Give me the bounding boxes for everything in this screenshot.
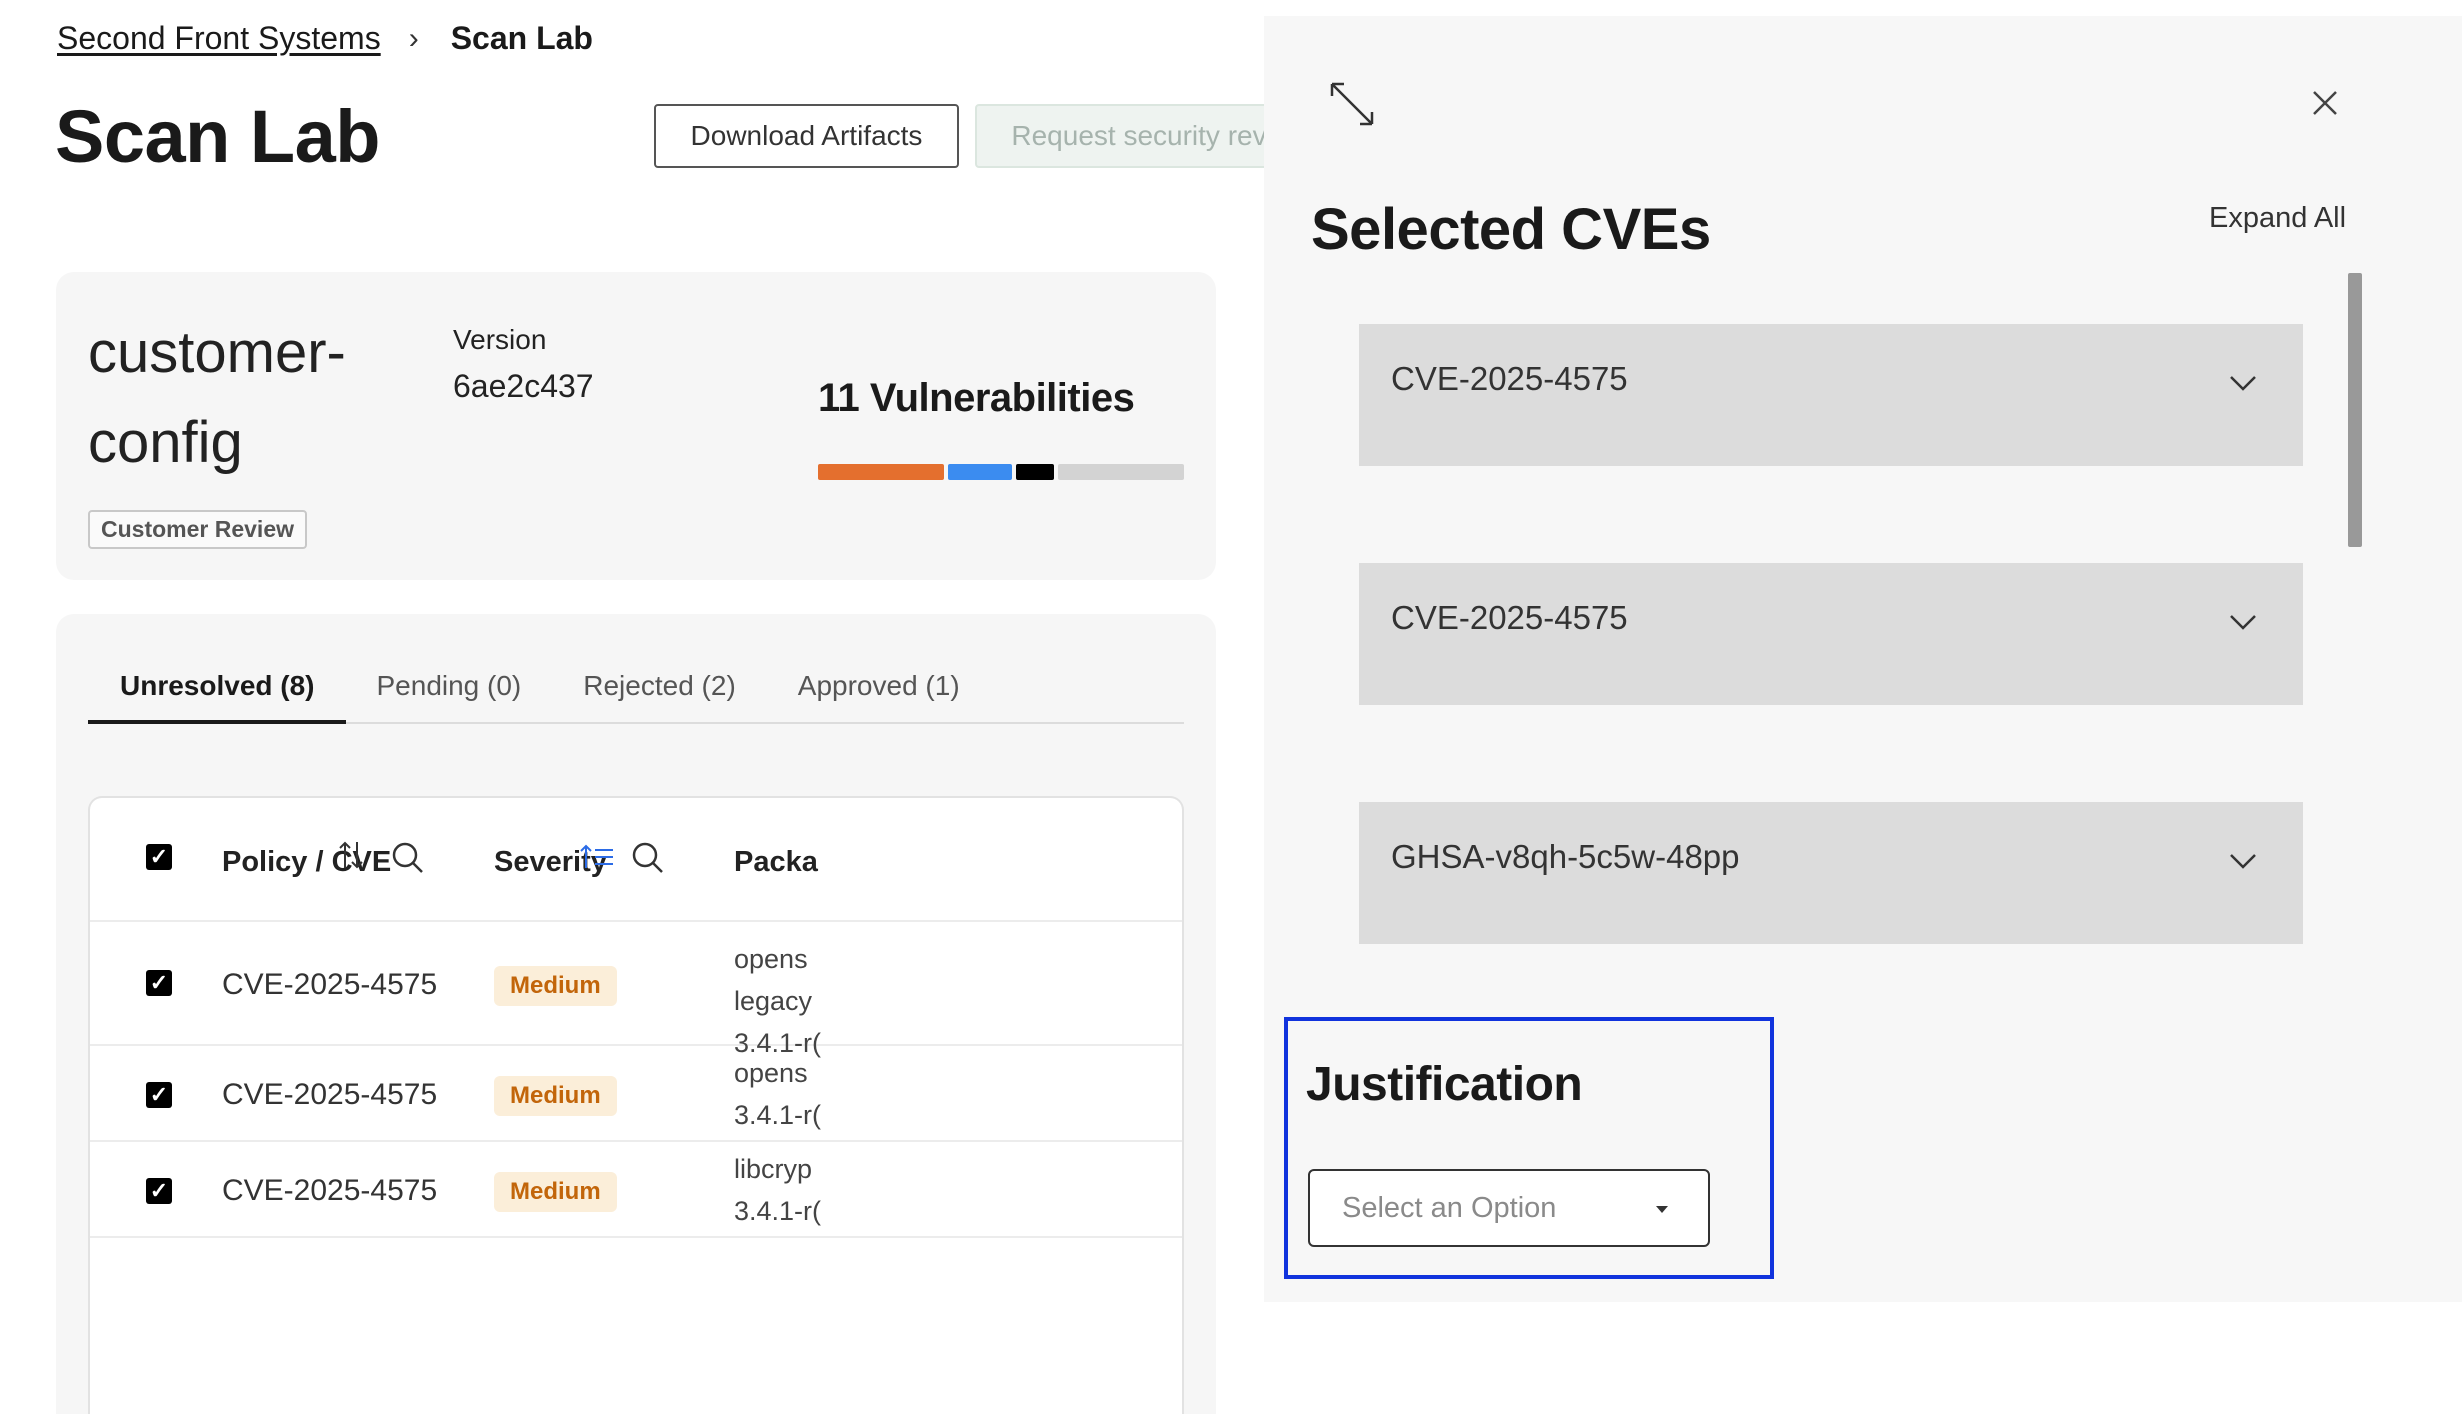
cve-id: CVE-2025-4575 xyxy=(222,1174,438,1207)
justification-section: Justification Select an Option xyxy=(1284,1017,1774,1279)
table-row[interactable]: ✓ CVE-2025-4575 Medium libcryp 3.4.1-r( xyxy=(90,1142,1182,1238)
cve-accordion-item[interactable]: GHSA-v8qh-5c5w-48pp xyxy=(1359,802,2303,944)
expand-all-button[interactable]: Expand All xyxy=(2209,202,2346,235)
justification-placeholder: Select an Option xyxy=(1342,1192,1557,1224)
cve-accordion-title: CVE-2025-4575 xyxy=(1391,599,1628,636)
severity-bar-high xyxy=(818,464,944,480)
sort-ascending-icon[interactable] xyxy=(580,842,616,872)
severity-bar-other xyxy=(1058,464,1184,480)
justification-select[interactable]: Select an Option xyxy=(1308,1169,1710,1247)
cve-id: CVE-2025-4575 xyxy=(222,1078,438,1111)
vulnerability-severity-bar xyxy=(818,464,1184,480)
cve-id: CVE-2025-4575 xyxy=(222,968,438,1001)
expand-panel-icon[interactable] xyxy=(1328,80,1376,128)
search-icon[interactable] xyxy=(390,840,426,876)
panel-scrollbar[interactable] xyxy=(2348,273,2362,547)
tab-approved[interactable]: Approved (1) xyxy=(767,664,991,724)
download-artifacts-button[interactable]: Download Artifacts xyxy=(654,104,959,168)
version-label: Version xyxy=(453,324,547,355)
severity-badge: Medium xyxy=(494,1076,617,1116)
row-checkbox[interactable]: ✓ xyxy=(146,970,172,996)
cve-accordion-item[interactable]: CVE-2025-4575 xyxy=(1359,324,2303,466)
severity-bar-critical xyxy=(1016,464,1054,480)
package-cell: libcryp 3.4.1-r( xyxy=(734,1154,822,1226)
findings-tabs: Unresolved (8) Pending (0) Rejected (2) … xyxy=(88,664,1184,724)
chevron-down-icon xyxy=(2230,615,2256,630)
breadcrumb: Second Front Systems › Scan Lab xyxy=(57,20,593,57)
page-title: Scan Lab xyxy=(55,95,381,178)
breadcrumb-separator-icon: › xyxy=(408,21,419,55)
panel-title: Selected CVEs xyxy=(1311,197,1711,262)
chevron-down-icon xyxy=(2230,854,2256,869)
tab-pending[interactable]: Pending (0) xyxy=(346,664,553,724)
cve-accordion-title: CVE-2025-4575 xyxy=(1391,360,1628,397)
app-name: customer-config xyxy=(88,320,346,475)
cve-accordion-item[interactable]: CVE-2025-4575 xyxy=(1359,563,2303,705)
search-icon[interactable] xyxy=(630,840,666,876)
findings-table: ✓ Policy / CVE Severity Packa ✓ CVE-2025 xyxy=(88,796,1184,1414)
selected-cves-panel: Selected CVEs Expand All CVE-2025-4575 C… xyxy=(1264,16,2462,1302)
select-all-checkbox[interactable]: ✓ xyxy=(146,844,172,870)
caret-down-icon xyxy=(1656,1206,1668,1213)
findings-card: Unresolved (8) Pending (0) Rejected (2) … xyxy=(56,614,1216,1414)
table-row[interactable]: ✓ CVE-2025-4575 Medium opens 3.4.1-r( xyxy=(90,1046,1182,1142)
package-cell: opens 3.4.1-r( xyxy=(734,1058,822,1130)
chevron-down-icon xyxy=(2230,376,2256,391)
table-row[interactable]: ✓ CVE-2025-4575 Medium opens legacy 3.4.… xyxy=(90,922,1182,1058)
policy-cve-header: Policy / CVE xyxy=(222,846,392,878)
tab-rejected[interactable]: Rejected (2) xyxy=(552,664,767,724)
version-value: 6ae2c437 xyxy=(453,368,594,404)
status-badge: Customer Review xyxy=(88,510,308,549)
table-header: ✓ Policy / CVE Severity Packa xyxy=(90,798,1182,922)
sort-icon[interactable] xyxy=(338,838,364,872)
severity-badge: Medium xyxy=(494,966,617,1006)
row-checkbox[interactable]: ✓ xyxy=(146,1082,172,1108)
justification-title: Justification xyxy=(1306,1058,1583,1111)
breadcrumb-org-link[interactable]: Second Front Systems xyxy=(57,20,381,57)
severity-badge: Medium xyxy=(494,1172,617,1212)
app-summary-card: customer-config Version 6ae2c437 11 Vuln… xyxy=(56,272,1216,580)
package-header: Packa xyxy=(734,846,818,878)
cve-accordion-title: GHSA-v8qh-5c5w-48pp xyxy=(1391,838,1740,875)
vulnerability-count: 11 Vulnerabilities xyxy=(818,376,1135,420)
row-checkbox[interactable]: ✓ xyxy=(146,1178,172,1204)
breadcrumb-current: Scan Lab xyxy=(450,20,593,56)
tab-unresolved[interactable]: Unresolved (8) xyxy=(88,664,346,724)
close-icon[interactable] xyxy=(2312,90,2338,116)
severity-bar-medium xyxy=(948,464,1012,480)
